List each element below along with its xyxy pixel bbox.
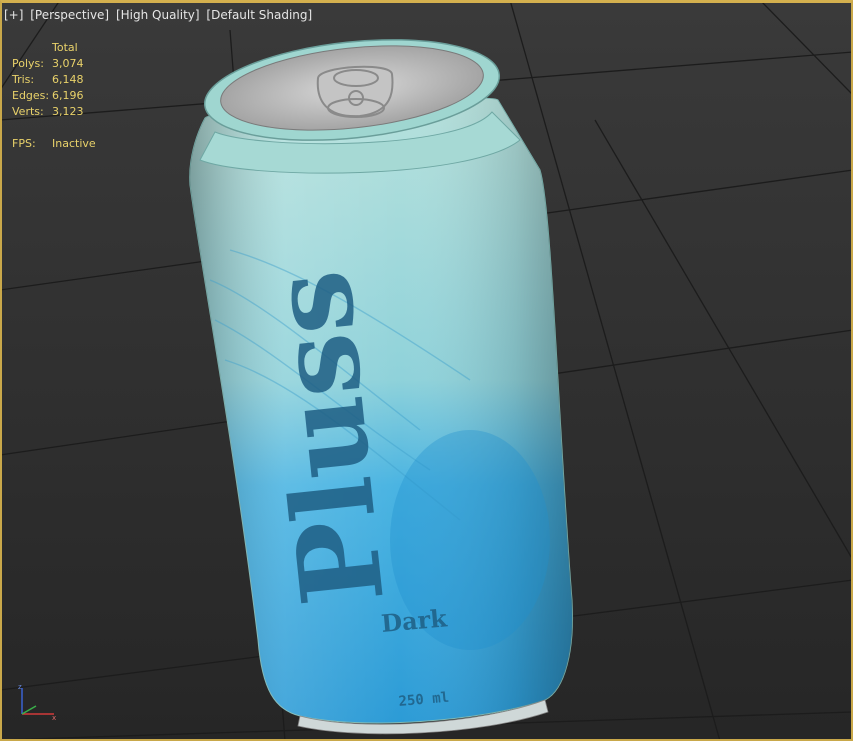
stats-verts-value: 3,123 xyxy=(52,105,84,118)
viewport-general-menu[interactable]: [+] xyxy=(4,8,23,22)
statistics-overlay: Total Polys: 3,074 Tris: 6,148 Edges: 6,… xyxy=(12,40,96,152)
stats-header: Total xyxy=(52,41,78,54)
stats-edges-value: 6,196 xyxy=(52,89,84,102)
stats-fps-row: FPS: Inactive xyxy=(12,136,96,152)
perspective-viewport[interactable]: Pluss Dark 250 ml [+] [Perspective] [Hig… xyxy=(0,0,853,741)
stats-edges-row: Edges: 6,196 xyxy=(12,88,96,104)
can-variant-text: Dark xyxy=(380,603,449,638)
viewport-point-of-view-menu[interactable]: [Perspective] xyxy=(30,8,109,22)
viewport-quality-menu[interactable]: [High Quality] xyxy=(116,8,200,22)
stats-polys-row: Polys: 3,074 xyxy=(12,56,96,72)
svg-text:x: x xyxy=(52,714,56,722)
stats-tris-label: Tris: xyxy=(12,73,35,86)
viewport-scene[interactable]: Pluss Dark 250 ml xyxy=(0,0,853,741)
stats-tris-row: Tris: 6,148 xyxy=(12,72,96,88)
pull-tab-icon xyxy=(316,65,394,118)
viewport-shading-menu[interactable]: [Default Shading] xyxy=(206,8,312,22)
stats-tris-value: 6,148 xyxy=(52,73,84,86)
stats-fps-value: Inactive xyxy=(52,137,96,150)
stats-polys-value: 3,074 xyxy=(52,57,84,70)
viewport-label-menu: [+] [Perspective] [High Quality] [Defaul… xyxy=(4,8,315,22)
stats-edges-label: Edges: xyxy=(12,89,50,102)
axis-gizmo-icon: z x xyxy=(18,683,56,722)
stats-fps-label: FPS: xyxy=(12,137,36,150)
svg-text:z: z xyxy=(18,683,22,691)
stats-polys-label: Polys: xyxy=(12,57,44,70)
stats-verts-label: Verts: xyxy=(12,105,44,118)
stats-verts-row: Verts: 3,123 xyxy=(12,104,96,120)
